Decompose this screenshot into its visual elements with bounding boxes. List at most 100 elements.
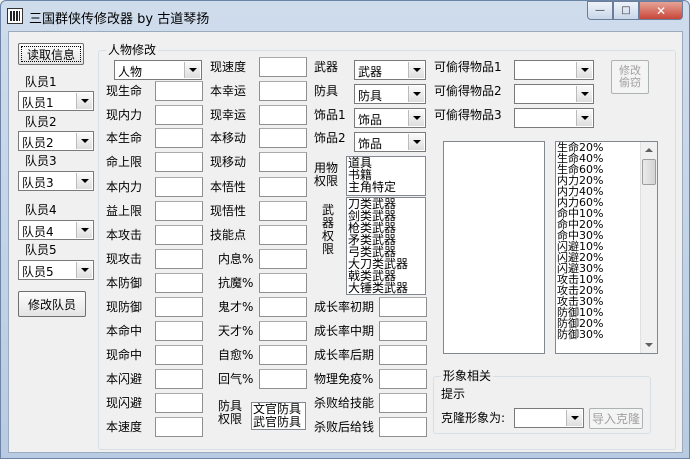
maximize-button[interactable]: □ [613, 1, 639, 20]
stat-label: 现生命 [106, 84, 143, 98]
stat-label: 本防御 [106, 276, 143, 290]
stat-input[interactable] [259, 273, 307, 293]
stat-input[interactable] [259, 249, 307, 269]
chevron-down-icon [76, 133, 92, 149]
member-select-1[interactable]: 队员1 [18, 91, 94, 111]
chevron-down-icon [576, 110, 592, 126]
member-label-5: 队员5 [25, 243, 57, 257]
member-select-3[interactable]: 队员3 [18, 171, 94, 191]
skill-list-scrollbar[interactable] [640, 142, 657, 353]
stat-input[interactable] [155, 297, 203, 317]
member-label-2: 队员2 [25, 115, 57, 129]
defeat-money-label: 杀败后给钱 [314, 420, 375, 434]
growth-label: 成长率中期 [314, 324, 375, 338]
stat-input[interactable] [259, 225, 307, 245]
steal-item-select-2[interactable] [514, 84, 594, 104]
scroll-up-icon[interactable] [641, 142, 657, 158]
growth-input[interactable] [379, 345, 427, 365]
stat-input[interactable] [155, 81, 203, 101]
steal-item-select-1[interactable] [514, 60, 594, 80]
steal-item-label-1: 可偷得物品1 [434, 60, 502, 74]
defeat-skill-input[interactable] [379, 393, 427, 413]
stat-input[interactable] [259, 369, 307, 389]
stat-input[interactable] [155, 321, 203, 341]
stat-input[interactable] [155, 105, 203, 125]
stat-input[interactable] [155, 177, 203, 197]
steal-item-select-3[interactable] [514, 108, 594, 128]
defeat-money-input[interactable] [379, 417, 427, 437]
stat-input[interactable] [155, 369, 203, 389]
skill-list[interactable]: 生命20% 生命40% 生命60% 内力20% 内力40% 内力60% 命中10… [555, 141, 658, 354]
read-info-button[interactable]: 读取信息 [18, 43, 84, 65]
stat-input[interactable] [259, 345, 307, 365]
stat-input[interactable] [155, 225, 203, 245]
member-select-5[interactable]: 队员5 [18, 260, 94, 280]
stat-label: 鬼才% [218, 300, 254, 314]
stat-input[interactable] [155, 152, 203, 172]
stat-input[interactable] [259, 57, 307, 77]
stat-input[interactable] [155, 249, 203, 269]
accessory1-select[interactable]: 饰品 [354, 108, 426, 128]
armor-permission-label: 防具权限 [218, 399, 243, 426]
stat-input[interactable] [259, 128, 307, 148]
title-bar[interactable]: 三国群侠传修改器 by 古道琴扬 — □ ✕ [1, 1, 689, 31]
member-select-2[interactable]: 队员2 [18, 131, 94, 151]
chevron-down-icon [576, 62, 592, 78]
stat-input[interactable] [259, 297, 307, 317]
stat-input[interactable] [259, 152, 307, 172]
list-item[interactable]: 主角特定 [347, 181, 425, 193]
skill-assigned-list[interactable] [443, 141, 545, 354]
scroll-thumb[interactable] [642, 159, 656, 185]
clone-select[interactable] [514, 408, 584, 428]
steal-item-label-2: 可偷得物品2 [434, 84, 502, 98]
stat-input[interactable] [155, 393, 203, 413]
stat-input[interactable] [155, 128, 203, 148]
stat-input[interactable] [259, 81, 307, 101]
stat-label: 本生命 [106, 131, 143, 145]
member-select-4[interactable]: 队员4 [18, 220, 94, 240]
scroll-down-icon[interactable] [641, 337, 657, 353]
armor-permission-list[interactable]: 文官防具 武官防具 [251, 402, 306, 430]
stat-label: 本移动 [210, 131, 247, 145]
list-item[interactable]: 大锤类武器 [347, 282, 425, 294]
minimize-button[interactable]: — [587, 1, 613, 20]
accessory2-select[interactable]: 饰品 [354, 132, 426, 152]
stat-input[interactable] [259, 201, 307, 221]
chevron-down-icon [408, 134, 424, 150]
clone-label: 克隆形象为: [441, 411, 506, 425]
stat-input[interactable] [155, 201, 203, 221]
stat-label: 本内力 [106, 180, 143, 194]
chevron-down-icon [76, 173, 92, 189]
stat-label: 抗魔% [218, 276, 254, 290]
armor-select[interactable]: 防具 [354, 84, 426, 104]
main-window: 三国群侠传修改器 by 古道琴扬 — □ ✕ 读取信息 队员1 队员1 队员2 … [0, 0, 690, 459]
stat-input[interactable] [259, 177, 307, 197]
image-group-title: 形象相关 [441, 369, 494, 383]
list-item[interactable]: 武官防具 [252, 416, 305, 429]
stat-label: 内息% [218, 252, 254, 266]
image-hint: 提示 [441, 387, 466, 401]
chevron-down-icon [408, 110, 424, 126]
stat-input[interactable] [155, 345, 203, 365]
growth-input[interactable] [379, 297, 427, 317]
close-button[interactable]: ✕ [639, 1, 683, 20]
window-title: 三国群侠传修改器 by 古道琴扬 [29, 12, 210, 27]
modify-steal-button[interactable]: 修改偷窃 [611, 60, 649, 94]
import-clone-button[interactable]: 导入克隆 [589, 408, 643, 429]
immunity-input[interactable] [379, 369, 427, 389]
stat-label: 现移动 [210, 155, 247, 169]
stat-label: 益上限 [106, 204, 143, 218]
weapon-permission-list[interactable]: 刀类武器 剑类武器 枪类武器 矛类武器 弓类武器 大刀类武器 戟类武器 大锤类武… [346, 197, 426, 295]
chevron-down-icon [408, 62, 424, 78]
stat-input[interactable] [259, 105, 307, 125]
modify-member-button[interactable]: 修改队员 [18, 291, 86, 317]
entity-type-select[interactable]: 人物 [114, 60, 202, 80]
weapon-select[interactable]: 武器 [354, 60, 426, 80]
growth-label: 成长率初期 [314, 300, 375, 314]
stat-input[interactable] [155, 273, 203, 293]
growth-input[interactable] [379, 321, 427, 341]
stat-input[interactable] [259, 321, 307, 341]
stat-input[interactable] [155, 417, 203, 437]
use-permission-list[interactable]: 道具 书籍 主角特定 [346, 156, 426, 196]
stat-label: 现内力 [106, 108, 143, 122]
